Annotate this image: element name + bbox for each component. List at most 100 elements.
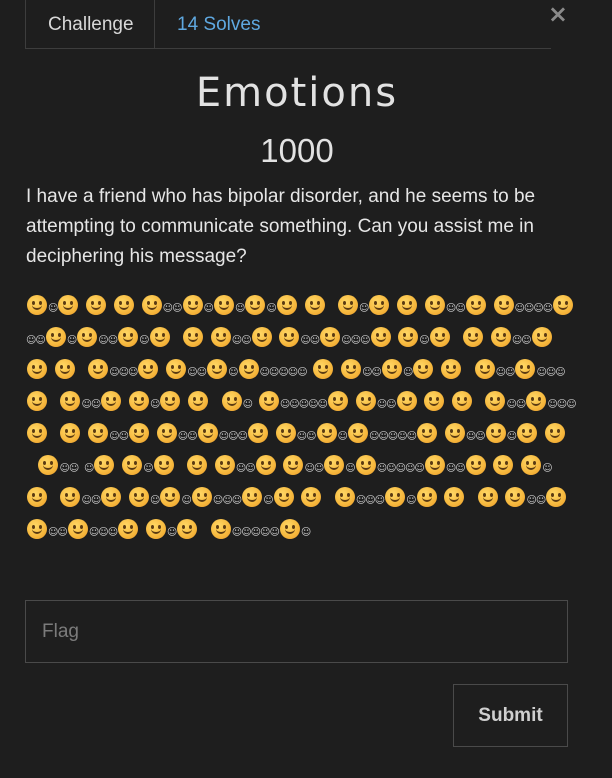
small-face-separator: ☺☺: [26, 335, 46, 346]
small-face-separator: ☺☺: [235, 463, 256, 474]
smiley-face-icon: [424, 455, 445, 475]
smiley-face-icon: [38, 455, 59, 475]
smiley-face-icon: [355, 391, 376, 411]
small-face-separator: ☺: [419, 335, 429, 346]
small-face-separator: ☺: [300, 527, 311, 538]
smiley-face-icon: [86, 295, 107, 315]
smiley-face-icon: [145, 519, 166, 539]
smiley-face-icon: [544, 423, 565, 443]
small-face-separator: ☺☺: [109, 431, 129, 442]
smiley-face-icon: [153, 455, 174, 475]
small-face-separator: ☺☺: [98, 335, 118, 346]
smiley-face-icon: [429, 327, 450, 347]
small-face-separator: ☺☺☺☺☺: [231, 527, 280, 538]
small-face-separator: ☺: [203, 303, 214, 314]
small-face-separator: ☺: [263, 495, 273, 506]
smiley-face-icon: [413, 359, 434, 379]
smiley-face-icon: [493, 455, 514, 475]
flag-input[interactable]: [25, 600, 568, 663]
small-face-separator: ☺: [66, 335, 77, 346]
smiley-face-icon: [279, 519, 300, 539]
small-face-separator: ☺☺☺☺☺: [259, 367, 308, 378]
small-face-separator: ☺☺: [81, 495, 101, 506]
smiley-face-icon: [301, 487, 322, 507]
smiley-face-icon: [27, 519, 47, 539]
small-face-separator: ☺☺☺: [88, 527, 118, 538]
smiley-face-icon: [477, 487, 498, 507]
smiley-face-icon: [283, 455, 304, 475]
small-face-separator: ☺☺: [376, 399, 397, 410]
submit-button[interactable]: Submit: [453, 684, 568, 747]
smiley-face-icon: [88, 359, 109, 379]
small-face-separator: ☺☺: [59, 463, 79, 474]
smiley-face-icon: [210, 519, 231, 539]
small-face-separator: ☺: [143, 463, 153, 474]
small-face-separator: ☺☺: [231, 335, 252, 346]
challenge-description: I have a friend who has bipolar disorder…: [26, 186, 536, 267]
small-face-separator: ☺: [345, 463, 355, 474]
smiley-face-icon: [341, 359, 362, 379]
smiley-face-icon: [258, 391, 279, 411]
smiley-face-icon: [129, 487, 150, 507]
tab-solves[interactable]: 14 Solves: [155, 0, 282, 48]
smiley-face-icon: [60, 391, 81, 411]
small-face-separator: ☺☺☺☺☺: [279, 399, 328, 410]
small-face-separator: ☺: [48, 303, 58, 314]
small-face-separator: ☺☺: [362, 367, 382, 378]
smiley-face-icon: [553, 295, 574, 315]
small-face-separator: ☺☺☺: [109, 367, 138, 378]
small-face-separator: ☺☺: [506, 399, 526, 410]
smiley-face-icon: [493, 295, 514, 315]
smiley-face-icon: [67, 519, 88, 539]
small-face-separator: ☺☺: [511, 335, 532, 346]
small-face-separator: ☺☺: [48, 527, 68, 538]
smiley-face-icon: [275, 423, 296, 443]
challenge-modal: × Challenge 14 Solves Emotions 1000 I ha…: [0, 0, 612, 778]
smiley-face-icon: [191, 487, 212, 507]
smiley-face-icon: [214, 455, 235, 475]
smiley-face-icon: [517, 423, 538, 443]
small-face-separator: ☺☺: [300, 335, 320, 346]
small-face-separator: ☺: [542, 463, 552, 474]
smiley-face-icon: [398, 327, 419, 347]
smiley-face-icon: [370, 327, 391, 347]
challenge-title: Emotions: [195, 70, 399, 116]
smiley-face-icon: [474, 359, 495, 379]
smiley-face-icon: [347, 423, 368, 443]
small-face-separator: ☺: [150, 399, 160, 410]
small-face-separator: ☺☺☺☺: [514, 303, 554, 314]
smiley-face-icon: [515, 359, 536, 379]
smiley-face-icon: [416, 487, 437, 507]
small-face-separator: ☺: [84, 463, 94, 474]
smiley-face-icon: [149, 327, 170, 347]
smiley-face-icon: [88, 423, 109, 443]
smiley-face-icon: [320, 327, 341, 347]
smiley-face-icon: [113, 295, 134, 315]
small-face-separator: ☺: [402, 367, 413, 378]
smiley-face-icon: [526, 391, 547, 411]
smiley-face-icon: [60, 487, 81, 507]
small-face-separator: ☺: [337, 431, 348, 442]
smiley-face-icon: [381, 359, 402, 379]
smiley-face-icon: [141, 295, 162, 315]
smiley-face-icon: [197, 423, 218, 443]
small-face-separator: ☺☺☺: [218, 431, 248, 442]
smiley-face-icon: [255, 455, 276, 475]
smiley-face-icon: [129, 423, 150, 443]
tab-challenge[interactable]: Challenge: [25, 0, 155, 48]
smiley-face-icon: [210, 327, 231, 347]
smiley-face-icon: [338, 295, 358, 315]
smiley-face-icon: [177, 519, 198, 539]
emoji-message: ☺ ☺☺ ☺ ☺ ☺ ☺ ☺☺ ☺☺☺☺ ☺☺ ☺ ☺☺ ☺ ☺☺ ☺☺ ☺☺☺ ☺ ☺☺ ☺☺…: [26, 292, 577, 548]
smiley-face-icon: [490, 327, 511, 347]
smiley-face-icon: [188, 391, 209, 411]
small-face-separator: ☺☺☺: [536, 367, 565, 378]
small-face-separator: ☺: [139, 335, 149, 346]
small-face-separator: ☺☺: [162, 303, 183, 314]
smiley-face-icon: [77, 327, 98, 347]
smiley-face-icon: [334, 487, 355, 507]
smiley-face-icon: [101, 487, 122, 507]
smiley-face-icon: [385, 487, 406, 507]
tab-bar: Challenge 14 Solves: [25, 0, 551, 49]
smiley-face-icon: [251, 327, 272, 347]
